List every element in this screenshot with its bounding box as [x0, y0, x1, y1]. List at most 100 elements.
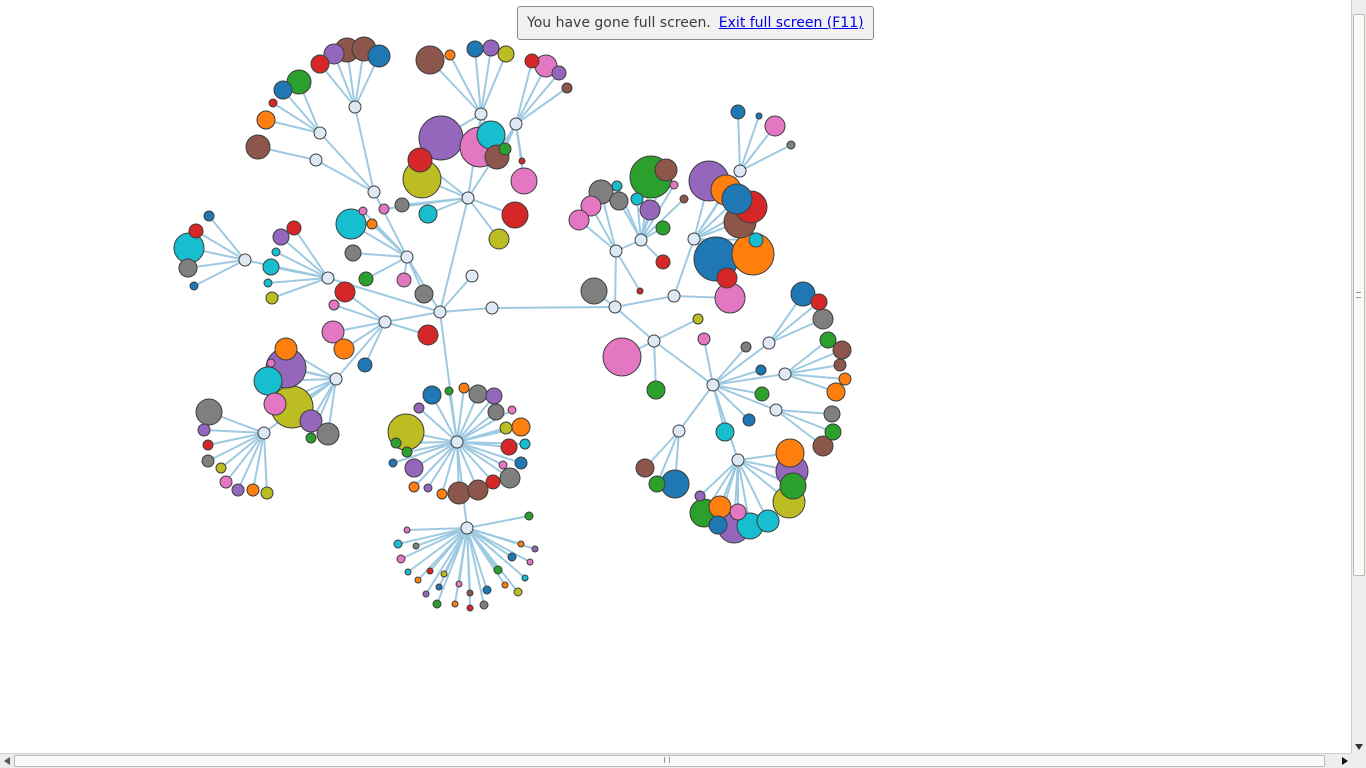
graph-leaf-node[interactable] — [507, 552, 517, 562]
graph-leaf-node[interactable] — [188, 223, 204, 239]
graph-leaf-node[interactable] — [197, 423, 211, 437]
graph-leaf-node[interactable] — [413, 402, 425, 414]
graph-leaf-node[interactable] — [201, 454, 215, 468]
graph-leaf-node[interactable] — [435, 583, 443, 591]
graph-leaf-node[interactable] — [824, 423, 842, 441]
graph-leaf-node[interactable] — [414, 284, 434, 304]
graph-leaf-node[interactable] — [447, 481, 471, 505]
graph-leaf-node[interactable] — [458, 382, 470, 394]
graph-leaf-node[interactable] — [500, 438, 518, 456]
graph-leaf-node[interactable] — [404, 568, 412, 576]
graph-leaf-node[interactable] — [639, 199, 661, 221]
graph-hub-node[interactable] — [733, 164, 747, 178]
graph-leaf-node[interactable] — [231, 483, 245, 497]
graph-leaf-node[interactable] — [358, 271, 374, 287]
graph-leaf-node[interactable] — [510, 167, 538, 195]
graph-leaf-node[interactable] — [333, 338, 355, 360]
graph-leaf-node[interactable] — [568, 209, 590, 231]
graph-leaf-node[interactable] — [403, 526, 411, 534]
graph-hub-node[interactable] — [400, 250, 414, 264]
graph-leaf-node[interactable] — [526, 558, 534, 566]
graph-leaf-node[interactable] — [310, 54, 330, 74]
graph-leaf-node[interactable] — [498, 460, 508, 470]
graph-hub-node[interactable] — [348, 100, 362, 114]
graph-leaf-node[interactable] — [519, 438, 531, 450]
graph-leaf-node[interactable] — [203, 210, 215, 222]
graph-leaf-node[interactable] — [810, 293, 828, 311]
graph-leaf-node[interactable] — [561, 82, 573, 94]
exit-fullscreen-link[interactable]: Exit full screen (F11) — [719, 15, 864, 31]
graph-leaf-node[interactable] — [466, 40, 484, 58]
graph-leaf-node[interactable] — [493, 565, 503, 575]
graph-leaf-node[interactable] — [754, 386, 770, 402]
graph-leaf-node[interactable] — [551, 65, 567, 81]
graph-leaf-node[interactable] — [396, 272, 412, 288]
graph-leaf-node[interactable] — [178, 258, 198, 278]
graph-leaf-node[interactable] — [511, 417, 531, 437]
graph-leaf-node[interactable] — [316, 422, 340, 446]
graph-leaf-node[interactable] — [266, 358, 276, 368]
graph-hub-node[interactable] — [485, 301, 499, 315]
graph-leaf-node[interactable] — [692, 313, 704, 325]
graph-leaf-node[interactable] — [679, 194, 689, 204]
arrow-right-icon[interactable] — [1342, 757, 1348, 765]
graph-leaf-node[interactable] — [580, 277, 608, 305]
graph-leaf-node[interactable] — [467, 479, 489, 501]
graph-leaf-node[interactable] — [305, 432, 317, 444]
graph-leaf-node[interactable] — [611, 180, 623, 192]
graph-leaf-node[interactable] — [518, 157, 526, 165]
graph-hub-node[interactable] — [474, 107, 488, 121]
graph-hub-node[interactable] — [769, 403, 783, 417]
graph-leaf-node[interactable] — [451, 600, 459, 608]
graph-leaf-node[interactable] — [721, 183, 753, 215]
graph-leaf-node[interactable] — [488, 228, 510, 250]
graph-leaf-node[interactable] — [390, 437, 402, 449]
graph-leaf-node[interactable] — [444, 49, 456, 61]
graph-hub-node[interactable] — [465, 269, 479, 283]
graph-leaf-node[interactable] — [742, 413, 756, 427]
graph-leaf-node[interactable] — [394, 197, 410, 213]
graph-leaf-node[interactable] — [498, 142, 512, 156]
graph-leaf-node[interactable] — [655, 254, 671, 270]
graph-leaf-node[interactable] — [832, 340, 852, 360]
graph-leaf-node[interactable] — [195, 398, 223, 426]
graph-leaf-node[interactable] — [357, 357, 373, 373]
graph-leaf-node[interactable] — [740, 341, 752, 353]
graph-leaf-node[interactable] — [669, 180, 679, 190]
horizontal-scrollbar[interactable] — [0, 753, 1351, 768]
graph-leaf-node[interactable] — [466, 589, 474, 597]
graph-leaf-node[interactable] — [833, 358, 847, 372]
graph-leaf-node[interactable] — [708, 495, 732, 519]
graph-leaf-node[interactable] — [215, 462, 227, 474]
graph-hub-node[interactable] — [608, 300, 622, 314]
graph-leaf-node[interactable] — [263, 392, 287, 416]
graph-leaf-node[interactable] — [202, 439, 214, 451]
arrow-down-icon[interactable] — [1355, 744, 1363, 750]
graph-hub-node[interactable] — [762, 336, 776, 350]
graph-leaf-node[interactable] — [521, 574, 529, 582]
graph-leaf-node[interactable] — [396, 554, 406, 564]
graph-leaf-node[interactable] — [775, 438, 805, 468]
graph-leaf-node[interactable] — [779, 472, 807, 500]
graph-leaf-node[interactable] — [440, 570, 448, 578]
graph-leaf-node[interactable] — [388, 458, 398, 468]
graph-leaf-node[interactable] — [408, 481, 420, 493]
graph-leaf-node[interactable] — [499, 467, 521, 489]
graph-leaf-node[interactable] — [366, 218, 378, 230]
graph-leaf-node[interactable] — [271, 247, 281, 257]
graph-hub-node[interactable] — [450, 435, 464, 449]
graph-leaf-node[interactable] — [286, 220, 302, 236]
graph-leaf-node[interactable] — [826, 382, 846, 402]
graph-leaf-node[interactable] — [812, 308, 834, 330]
graph-hub-node[interactable] — [309, 153, 323, 167]
graph-leaf-node[interactable] — [265, 291, 279, 305]
graph-leaf-node[interactable] — [415, 45, 445, 75]
graph-leaf-node[interactable] — [786, 140, 796, 150]
graph-leaf-node[interactable] — [344, 244, 362, 262]
graph-leaf-node[interactable] — [393, 539, 403, 549]
arrow-left-icon[interactable] — [4, 757, 10, 765]
graph-leaf-node[interactable] — [654, 158, 678, 182]
graph-leaf-node[interactable] — [482, 585, 492, 595]
graph-hub-node[interactable] — [706, 378, 720, 392]
graph-leaf-node[interactable] — [404, 458, 424, 478]
